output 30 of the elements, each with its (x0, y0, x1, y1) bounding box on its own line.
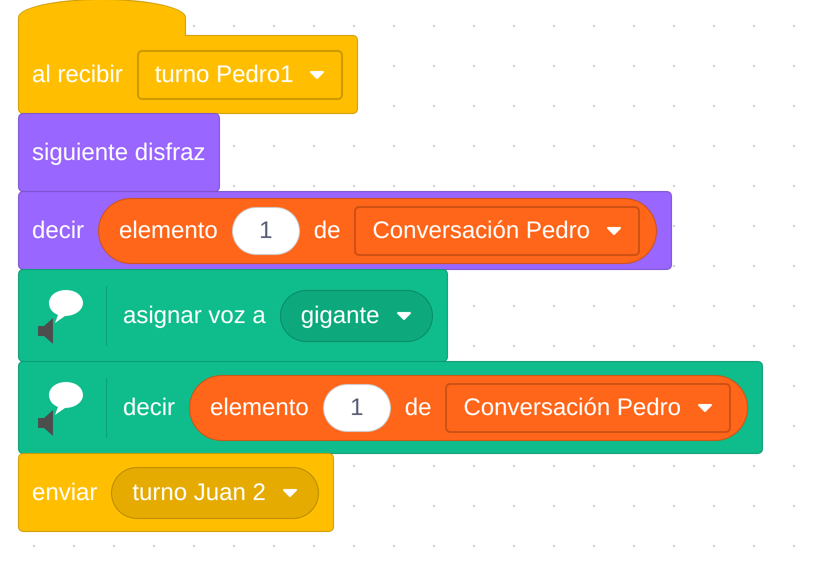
block-label: al recibir (32, 60, 123, 90)
stack-block[interactable]: siguiente disfraz (18, 113, 220, 192)
dropdown-menu[interactable]: Conversación Pedro (354, 206, 640, 256)
caret-icon (309, 70, 326, 80)
dropdown-menu[interactable]: Conversación Pedro (445, 382, 731, 432)
list-item-reporter[interactable]: elemento 1 de Conversación Pedro (189, 374, 748, 440)
block-label: decir (123, 392, 176, 422)
block-label: enviar (32, 478, 98, 508)
block-label: de (314, 216, 340, 246)
caret-icon (606, 226, 622, 236)
event-hat-block[interactable]: al recibir turno Pedro1 (18, 35, 358, 114)
block-label: decir (32, 216, 84, 246)
caret-icon (696, 402, 713, 412)
number-input[interactable]: 1 (322, 384, 391, 432)
speech-block[interactable]: asignar voz a gigante (18, 269, 448, 362)
block-label: siguiente disfraz (32, 138, 206, 168)
list-item-reporter[interactable]: elemento 1 de Conversación Pedro (98, 198, 657, 264)
block-label: de (404, 392, 432, 422)
block-label: elemento (119, 216, 218, 246)
stack-block[interactable]: decir elemento 1 de Conversación Pedro (18, 191, 672, 270)
block-label: asignar voz a (123, 300, 266, 330)
dropdown-menu[interactable]: turno Juan 2 (111, 466, 319, 518)
block-label: elemento (210, 392, 309, 422)
dropdown-menu[interactable]: turno Pedro1 (136, 50, 344, 100)
caret-icon (396, 310, 412, 320)
number-input[interactable]: 1 (232, 206, 300, 254)
caret-icon (282, 488, 298, 498)
dropdown-menu[interactable]: gigante (280, 290, 432, 342)
speech-block[interactable]: decir elemento 1 de Conversación Pedro (18, 361, 763, 454)
stack-block[interactable]: enviar turno Juan 2 (18, 453, 334, 532)
